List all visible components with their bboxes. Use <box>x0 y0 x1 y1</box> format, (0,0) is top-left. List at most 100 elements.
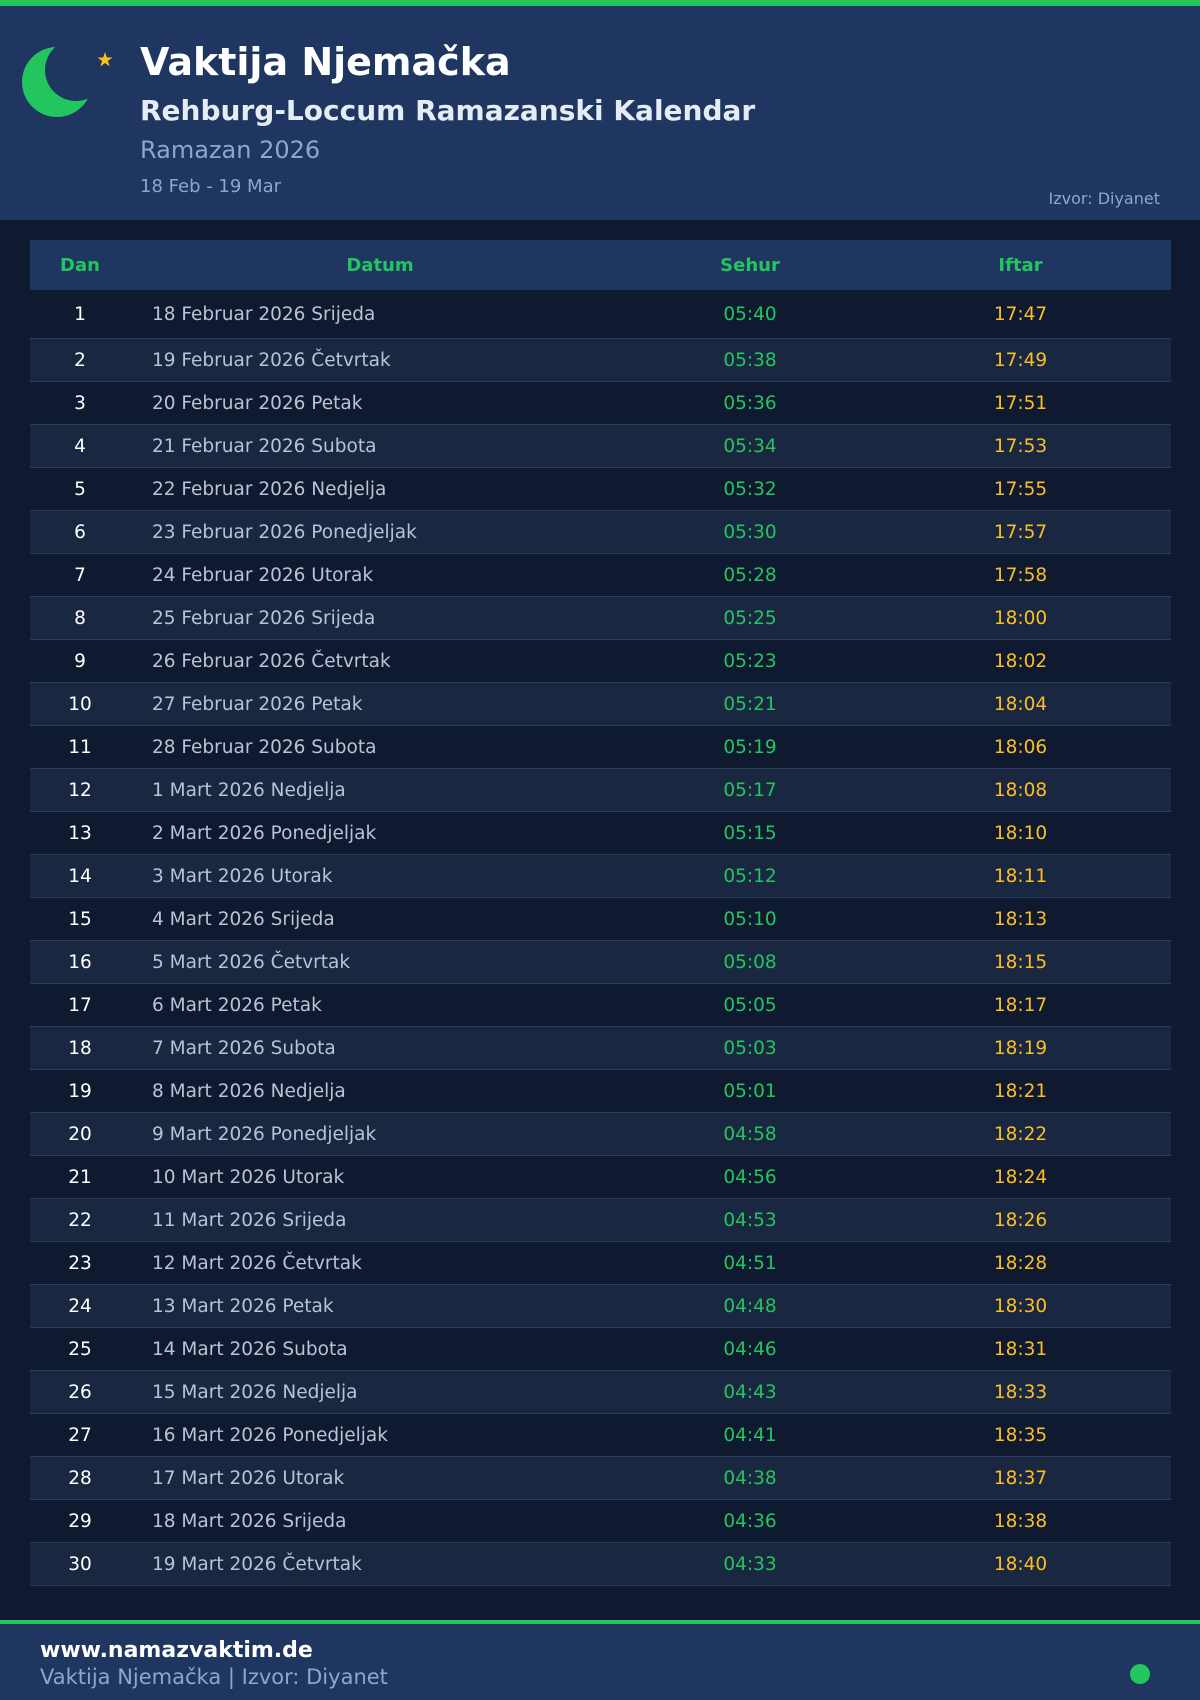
cell-datum: 19 Mart 2026 Četvrtak <box>130 1542 630 1586</box>
table-row: 18 7 Mart 2026 Subota 05:03 18:19 <box>30 1026 1171 1070</box>
table-row: 6 23 Februar 2026 Ponedjeljak 05:30 17:57 <box>30 510 1171 554</box>
cell-dan: 4 <box>30 424 130 468</box>
cell-sehur: 04:48 <box>630 1284 870 1328</box>
cell-dan: 1 <box>30 290 130 339</box>
table-row: 20 9 Mart 2026 Ponedjeljak 04:58 18:22 <box>30 1112 1171 1156</box>
cell-dan: 14 <box>30 854 130 898</box>
table-row: 23 12 Mart 2026 Četvrtak 04:51 18:28 <box>30 1241 1171 1285</box>
source-label: Izvor: Diyanet <box>1048 189 1160 208</box>
table-row: 13 2 Mart 2026 Ponedjeljak 05:15 18:10 <box>30 811 1171 855</box>
cell-iftar: 17:57 <box>870 510 1171 554</box>
table-row: 21 10 Mart 2026 Utorak 04:56 18:24 <box>30 1155 1171 1199</box>
cell-dan: 20 <box>30 1112 130 1156</box>
cell-sehur: 05:28 <box>630 553 870 597</box>
table-row: 19 8 Mart 2026 Nedjelja 05:01 18:21 <box>30 1069 1171 1113</box>
cell-dan: 30 <box>30 1542 130 1586</box>
cell-sehur: 05:21 <box>630 682 870 726</box>
cell-sehur: 05:19 <box>630 725 870 769</box>
table-row: 7 24 Februar 2026 Utorak 05:28 17:58 <box>30 553 1171 597</box>
cell-sehur: 04:41 <box>630 1413 870 1457</box>
cell-sehur: 05:05 <box>630 983 870 1027</box>
cell-iftar: 18:37 <box>870 1456 1171 1500</box>
cell-iftar: 18:26 <box>870 1198 1171 1242</box>
cell-datum: 21 Februar 2026 Subota <box>130 424 630 468</box>
cell-iftar: 18:21 <box>870 1069 1171 1113</box>
cell-iftar: 18:31 <box>870 1327 1171 1371</box>
cell-datum: 24 Februar 2026 Utorak <box>130 553 630 597</box>
page-title: Vaktija Njemačka <box>140 40 511 84</box>
column-header-sehur: Sehur <box>630 240 870 290</box>
cell-iftar: 18:22 <box>870 1112 1171 1156</box>
cell-datum: 16 Mart 2026 Ponedjeljak <box>130 1413 630 1457</box>
cell-iftar: 18:30 <box>870 1284 1171 1328</box>
cell-datum: 25 Februar 2026 Srijeda <box>130 596 630 640</box>
cell-datum: 9 Mart 2026 Ponedjeljak <box>130 1112 630 1156</box>
cell-iftar: 18:28 <box>870 1241 1171 1285</box>
cell-sehur: 04:56 <box>630 1155 870 1199</box>
cell-dan: 17 <box>30 983 130 1027</box>
cell-sehur: 05:25 <box>630 596 870 640</box>
table-row: 8 25 Februar 2026 Srijeda 05:25 18:00 <box>30 596 1171 640</box>
cell-iftar: 18:40 <box>870 1542 1171 1586</box>
cell-sehur: 05:08 <box>630 940 870 984</box>
footer-accent-bar <box>0 1620 1200 1624</box>
cell-dan: 6 <box>30 510 130 554</box>
cell-sehur: 05:10 <box>630 897 870 941</box>
cell-sehur: 04:51 <box>630 1241 870 1285</box>
table-row: 30 19 Mart 2026 Četvrtak 04:33 18:40 <box>30 1542 1171 1586</box>
cell-sehur: 05:17 <box>630 768 870 812</box>
period-label: Ramazan 2026 <box>140 136 321 164</box>
cell-dan: 22 <box>30 1198 130 1242</box>
cell-sehur: 04:58 <box>630 1112 870 1156</box>
cell-datum: 11 Mart 2026 Srijeda <box>130 1198 630 1242</box>
cell-iftar: 18:10 <box>870 811 1171 855</box>
cell-sehur: 05:15 <box>630 811 870 855</box>
cell-sehur: 04:38 <box>630 1456 870 1500</box>
cell-datum: 4 Mart 2026 Srijeda <box>130 897 630 941</box>
table-row: 5 22 Februar 2026 Nedjelja 05:32 17:55 <box>30 467 1171 511</box>
footer-site-link[interactable]: www.namazvaktim.de <box>40 1638 313 1663</box>
cell-iftar: 18:06 <box>870 725 1171 769</box>
cell-dan: 16 <box>30 940 130 984</box>
cell-datum: 17 Mart 2026 Utorak <box>130 1456 630 1500</box>
cell-iftar: 17:49 <box>870 338 1171 382</box>
calendar-table-container: Dan Datum Sehur Iftar 1 18 Februar 2026 S… <box>30 240 1171 1586</box>
cell-iftar: 17:47 <box>870 290 1171 339</box>
cell-datum: 18 Mart 2026 Srijeda <box>130 1499 630 1543</box>
cell-sehur: 05:23 <box>630 639 870 683</box>
cell-dan: 25 <box>30 1327 130 1371</box>
cell-datum: 1 Mart 2026 Nedjelja <box>130 768 630 812</box>
cell-datum: 26 Februar 2026 Četvrtak <box>130 639 630 683</box>
cell-datum: 3 Mart 2026 Utorak <box>130 854 630 898</box>
cell-dan: 10 <box>30 682 130 726</box>
cell-iftar: 18:08 <box>870 768 1171 812</box>
table-row: 16 5 Mart 2026 Četvrtak 05:08 18:15 <box>30 940 1171 984</box>
cell-sehur: 04:43 <box>630 1370 870 1414</box>
cell-sehur: 05:40 <box>630 290 870 339</box>
cell-iftar: 17:53 <box>870 424 1171 468</box>
cell-iftar: 18:17 <box>870 983 1171 1027</box>
table-row: 26 15 Mart 2026 Nedjelja 04:43 18:33 <box>30 1370 1171 1414</box>
cell-dan: 3 <box>30 381 130 425</box>
cell-datum: 28 Februar 2026 Subota <box>130 725 630 769</box>
table-row: 3 20 Februar 2026 Petak 05:36 17:51 <box>30 381 1171 425</box>
cell-iftar: 18:13 <box>870 897 1171 941</box>
cell-datum: 6 Mart 2026 Petak <box>130 983 630 1027</box>
cell-iftar: 18:24 <box>870 1155 1171 1199</box>
cell-dan: 27 <box>30 1413 130 1457</box>
cell-dan: 7 <box>30 553 130 597</box>
table-row: 25 14 Mart 2026 Subota 04:46 18:31 <box>30 1327 1171 1371</box>
table-row: 4 21 Februar 2026 Subota 05:34 17:53 <box>30 424 1171 468</box>
cell-datum: 2 Mart 2026 Ponedjeljak <box>130 811 630 855</box>
cell-iftar: 18:19 <box>870 1026 1171 1070</box>
cell-datum: 7 Mart 2026 Subota <box>130 1026 630 1070</box>
cell-datum: 14 Mart 2026 Subota <box>130 1327 630 1371</box>
cell-datum: 22 Februar 2026 Nedjelja <box>130 467 630 511</box>
cell-dan: 23 <box>30 1241 130 1285</box>
table-row: 9 26 Februar 2026 Četvrtak 05:23 18:02 <box>30 639 1171 683</box>
cell-sehur: 05:01 <box>630 1069 870 1113</box>
cell-iftar: 18:35 <box>870 1413 1171 1457</box>
cell-datum: 18 Februar 2026 Srijeda <box>130 290 630 339</box>
table-row: 29 18 Mart 2026 Srijeda 04:36 18:38 <box>30 1499 1171 1543</box>
cell-datum: 8 Mart 2026 Nedjelja <box>130 1069 630 1113</box>
